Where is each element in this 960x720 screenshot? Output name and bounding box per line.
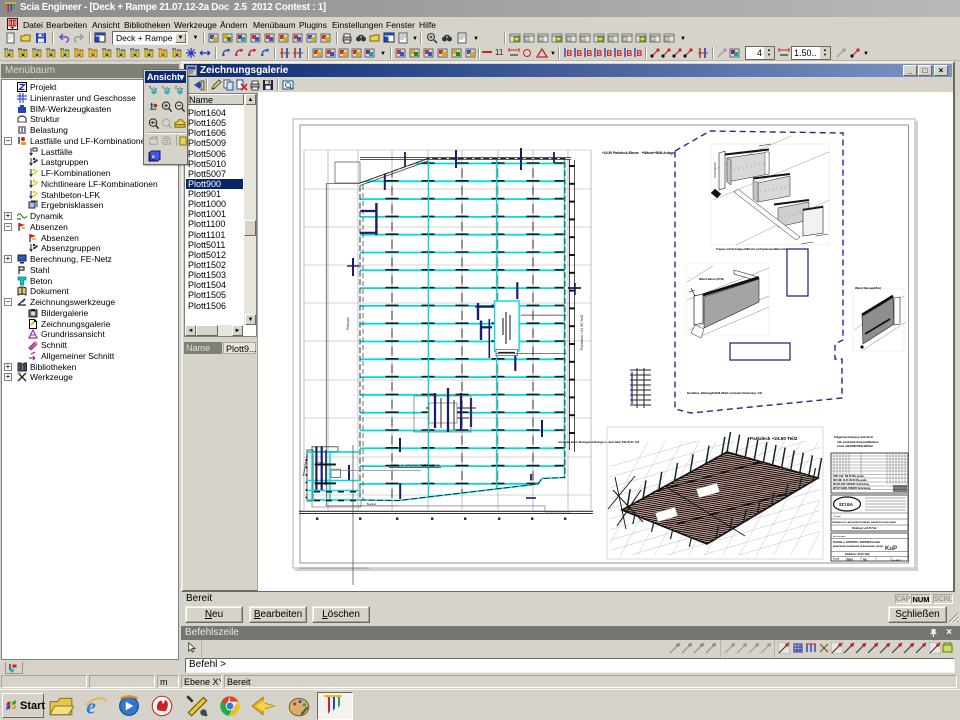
svg-text:KuP: KuP: [885, 546, 897, 552]
svg-text:Parkdeck +24.50 Teil2: Parkdeck +24.50 Teil2: [845, 553, 870, 556]
svg-text:1:100: 1:100: [863, 560, 867, 562]
svg-text:W1W4 ABC+7W6/W5 Verbindung,: W1W4 ABC+7W6/W5 Verbindung,: [833, 483, 870, 486]
svg-text:KLISCH u. ACKROTH, PARTNER Gmb: KLISCH u. ACKROTH, PARTNER GmbH: [833, 541, 880, 544]
svg-text:PROBAU ZCH.-ARCHITEKTURBÜRO WE: PROBAU ZCH.-ARCHITEKTURBÜRO WESENTLICH/S…: [832, 521, 896, 524]
svg-text:X: X: [149, 86, 152, 90]
svg-text:Treppe: Treppe: [317, 461, 325, 464]
svg-text:Proj.Nr.: Proj.Nr.: [833, 559, 840, 561]
svg-text:Treppe mit Schräge+BIM mit vor: Treppe mit Schräge+BIM mit vorhandenemBe…: [716, 247, 787, 251]
svg-text:Lasten +BEARBEITSFELDERfest: Lasten +BEARBEITSFELDERfest: [837, 445, 873, 448]
svg-text:Z: Z: [175, 86, 178, 90]
svg-text:Y: Y: [162, 86, 165, 90]
svg-text:Wand Beton (27B): Wand Beton (27B): [699, 277, 724, 281]
svg-text:SCI EA: SCI EA: [839, 502, 853, 507]
svg-text:Projekt: Projekt: [834, 515, 841, 518]
svg-text:Wand Rampe(28-b): Wand Rampe(28-b): [855, 286, 881, 290]
svg-text:ABC Abt: 4M 26 Bw-grade,: ABC Abt: 4M 26 Bw-grade,: [833, 475, 865, 478]
svg-text:25.07.12: 25.07.12: [847, 560, 853, 562]
svg-text:BERATENDE INGENIEURE IM BAUWES: BERATENDE INGENIEURE IM BAUWESEN VBI-ING: [833, 545, 884, 548]
svg-text:+24.50 Parkdeck-Ebene +Wände: +24.50 Parkdeck-Ebene +Wände+BIM-Anlage: [602, 151, 674, 155]
svg-text:Parkdeck +24.50 Teil: Parkdeck +24.50 Teil: [852, 527, 877, 530]
svg-text:Aufzug an vorhandene Parkhausg: Aufzug an vorhandene Parkhausgarage: [391, 463, 440, 467]
svg-text:Rampe: Rampe: [345, 316, 350, 330]
svg-text:Parkdeck +24.50 Teil2: Parkdeck +24.50 Teil2: [580, 315, 584, 350]
svg-text:SW SNF 20-03 4M 26 Bw-grade,: SW SNF 20-03 4M 26 Bw-grade,: [833, 479, 868, 482]
svg-text:B: B: [637, 49, 643, 58]
svg-text:Bauvorhaben: Bauvorhaben: [833, 535, 846, 538]
svg-text:Bestätten- Bildung(24h/28-08ab: Bestätten- Bildung(24h/28-08abF verbinde…: [687, 391, 763, 395]
svg-text:Ansichten liefern Montagezeich: Ansichten liefern Montagezeichnungen n. …: [558, 441, 640, 444]
svg-text:Teilgebrauchslawung nach Norm: Teilgebrauchslawung nach Norm: [834, 436, 874, 439]
svg-text:Bestand: Bestand: [367, 503, 376, 506]
svg-text:Parkdeck +24.50 Teil2: Parkdeck +24.50 Teil2: [750, 436, 798, 441]
svg-text:+BE- arbeitsfelderfestenstattW: +BE- arbeitsfelderfestenstattWertllose: [837, 441, 879, 444]
svg-text:W7W7 W2W1 7W6/W5 Verbindung,: W7W7 W2W1 7W6/W5 Verbindung,: [833, 488, 871, 490]
